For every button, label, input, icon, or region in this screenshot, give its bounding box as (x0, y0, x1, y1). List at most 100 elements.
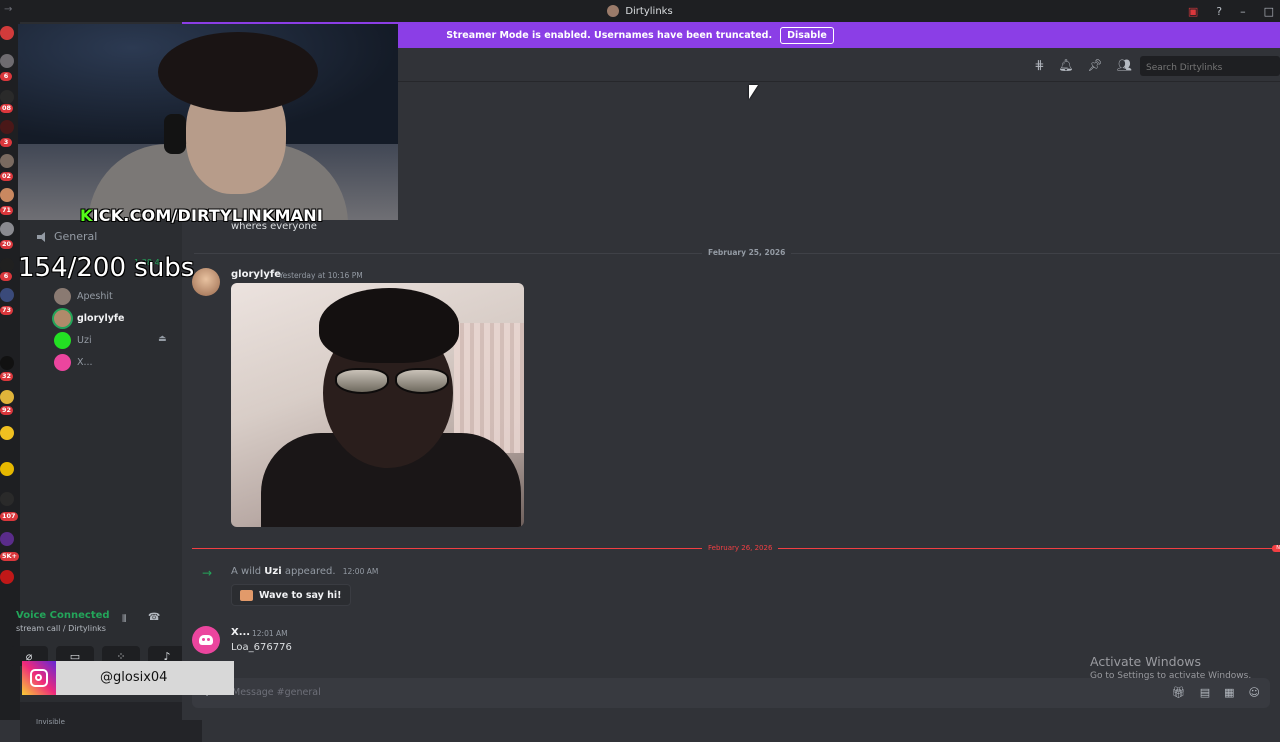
server-icon[interactable] (0, 356, 14, 370)
unread-badge: 3 (0, 138, 12, 147)
voice-user[interactable]: X... (54, 354, 93, 371)
avatar (54, 310, 71, 327)
voice-location[interactable]: stream call / Dirtylinks (16, 624, 106, 633)
user-status: Invisible (36, 718, 65, 726)
mouse-cursor-icon (749, 85, 758, 99)
message-author[interactable]: X... (231, 627, 250, 638)
title-bar: → Dirtylinks ▣ ? – □ (0, 0, 1280, 22)
unread-badge: 20 (0, 240, 14, 249)
user-panel: Invisible (20, 702, 202, 742)
emoji-icon[interactable]: ☺ (1249, 686, 1260, 699)
threads-icon[interactable]: ⋕ (1034, 58, 1044, 72)
avatar (54, 332, 71, 349)
gif-icon[interactable]: ▤ (1200, 686, 1210, 699)
voice-user[interactable]: Apeshit (54, 288, 113, 305)
server-icon[interactable] (0, 188, 14, 202)
screen-share-icon[interactable]: ▣ (1188, 5, 1198, 18)
server-icon[interactable] (0, 154, 14, 168)
streamer-hair (158, 32, 318, 112)
message-timestamp: 12:00 AM (342, 567, 379, 576)
server-icon[interactable] (0, 54, 14, 68)
disable-streamer-mode-button[interactable]: Disable (780, 26, 834, 44)
system-message: A wild Uzi appeared. 12:00 AM (231, 566, 378, 577)
voice-channel-general[interactable]: General (36, 230, 97, 243)
pin-icon[interactable]: 📌︎ (1088, 58, 1103, 72)
window-controls: ▣ ? – □ (1188, 0, 1280, 22)
voice-channel-name: General (54, 230, 98, 243)
join-arrow-icon: → (202, 566, 213, 580)
new-messages-badge: N (1272, 545, 1280, 552)
server-icon[interactable] (0, 90, 14, 104)
hair (319, 288, 459, 363)
header-icons: ⋕ 🔔︎ 📌︎ 👥︎ (1034, 58, 1132, 72)
server-icon[interactable] (0, 390, 14, 404)
minimize-icon[interactable]: – (1240, 5, 1246, 18)
message-timestamp: Yesterday at 10:16 PM (279, 271, 363, 280)
kick-url-overlay: KICK.COM/DIRTYLINKMANI (80, 206, 323, 225)
server-icon[interactable] (0, 222, 14, 236)
voice-user[interactable]: Uzi ⏏ (54, 332, 167, 349)
server-icon[interactable] (0, 26, 14, 40)
unread-badge: 32 (0, 372, 14, 381)
maximize-icon[interactable]: □ (1264, 5, 1274, 18)
server-icon[interactable] (0, 258, 14, 272)
message-composer[interactable]: + Message #general 🎁︎ ▤ ▦ ☺ (192, 678, 1270, 708)
unread-badge: 02 (0, 172, 14, 181)
instagram-handle: @glosix04 (100, 670, 168, 685)
message-timestamp: 12:01 AM (252, 629, 288, 638)
system-user[interactable]: Uzi (264, 566, 281, 577)
unread-badge: 71 (0, 206, 14, 215)
server-icon[interactable] (0, 120, 14, 134)
message-text: Loa_676776 (231, 642, 292, 653)
disconnect-icon[interactable]: ☎ (148, 612, 160, 623)
date-divider-label: February 25, 2026 (702, 248, 792, 257)
webcam-overlay (18, 24, 398, 220)
headphones (164, 114, 186, 154)
unread-badge: 73 (0, 306, 14, 315)
search-input[interactable] (1140, 56, 1280, 76)
server-icon (607, 5, 620, 17)
help-icon[interactable]: ? (1216, 5, 1222, 18)
activate-title: Activate Windows (1090, 654, 1201, 669)
unread-badge: 6 (0, 272, 12, 281)
server-icon[interactable] (0, 426, 14, 440)
voice-user-name: X... (77, 357, 93, 368)
avatar[interactable] (192, 268, 220, 296)
unread-badge: 08 (0, 104, 14, 113)
unread-badge: 107 (0, 512, 18, 521)
unread-badge: 92 (0, 406, 14, 415)
sunglasses (335, 368, 449, 394)
system-suffix: appeared. (284, 566, 336, 577)
wave-button[interactable]: Wave to say hi! (231, 584, 351, 606)
sticker-icon[interactable]: ▦ (1224, 686, 1234, 699)
voice-connected-label: Voice Connected (16, 610, 110, 621)
speaker-icon (36, 231, 48, 243)
new-messages-date: February 26, 2026 (702, 544, 779, 552)
unread-badge: 5K+ (0, 552, 20, 561)
composer-placeholder[interactable]: Message #general (232, 687, 321, 698)
server-icon[interactable] (0, 570, 14, 584)
instagram-icon (22, 661, 56, 695)
streamer-mode-text: Streamer Mode is enabled. Usernames have… (446, 29, 773, 41)
server-icon[interactable] (0, 492, 14, 506)
members-icon[interactable]: 👥︎ (1117, 58, 1132, 72)
server-icon[interactable] (0, 462, 14, 476)
server-icon[interactable] (0, 532, 14, 546)
soundwave-icon[interactable]: ⦀ (122, 614, 126, 625)
unread-badge: 6 (0, 72, 12, 81)
back-arrow-icon[interactable]: → (4, 4, 12, 15)
voice-user-name: glorylyfe (77, 313, 125, 324)
voice-user-name: Apeshit (77, 291, 113, 302)
window-title: Dirtylinks (607, 5, 673, 17)
instagram-overlay: @glosix04 (22, 661, 234, 695)
message-author[interactable]: glorylyfe (231, 269, 281, 280)
attached-image[interactable] (231, 283, 524, 527)
gift-icon[interactable]: 🎁︎ (1172, 686, 1186, 699)
server-icon[interactable] (0, 288, 14, 302)
avatar (54, 288, 71, 305)
kick-url-text: ICK.COM/DIRTYLINKMANI (92, 206, 324, 225)
bell-icon[interactable]: 🔔︎ (1058, 58, 1073, 72)
voice-user[interactable]: glorylyfe (54, 310, 125, 327)
discord-avatar-icon[interactable] (192, 626, 220, 654)
activate-windows-watermark: Activate Windows Go to Settings to activ… (1090, 654, 1251, 681)
